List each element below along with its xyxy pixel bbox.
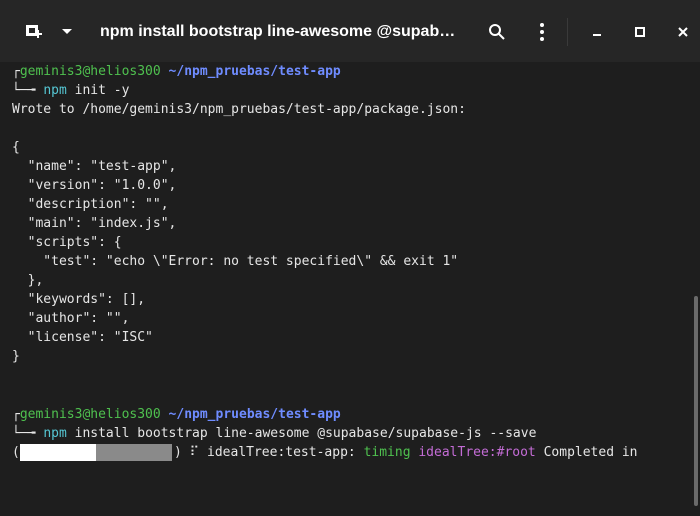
progress-open-paren: ( [12,445,20,460]
prompt-path: ~/npm_pruebas/test-app [168,64,341,79]
output-line: "author": "", [12,311,130,326]
output-line: "version": "1.0.0", [12,178,177,193]
output-line: Wrote to /home/geminis3/npm_pruebas/test… [12,102,466,117]
progress-bar-fill [20,444,96,461]
title-bar: npm install bootstrap line-awesome @supa… [0,0,700,62]
window-title: npm install bootstrap line-awesome @supa… [100,23,460,40]
kebab-icon[interactable] [533,18,551,46]
output-line: "main": "index.js", [12,216,177,231]
prompt-path: ~/npm_pruebas/test-app [168,407,341,422]
output-line: "name": "test-app", [12,159,177,174]
progress-status: ) ⠏ idealTree:test-app: timing idealTree… [174,443,638,462]
command-name: npm [43,83,67,98]
search-icon[interactable] [484,19,510,45]
output-line: { [12,140,20,155]
progress-bar-track [96,444,172,461]
progress-stage: idealTree:test-app: [207,445,356,460]
prompt-corner: ┌ [12,407,20,422]
prompt-arrow: └─╼ [12,426,36,441]
output-line: "license": "ISC" [12,330,153,345]
output-line: "description": "", [12,197,169,212]
prompt-line: ┌geminis3@helios300 ~/npm_pruebas/test-a… [12,405,341,424]
output-line: "scripts": { [12,235,122,250]
prompt-corner: ┌ [12,64,20,79]
new-tab-icon[interactable] [22,20,46,44]
idealtree-label: idealTree:#root [418,445,536,460]
command-args: init -y [74,83,130,98]
output-line: "test": "echo \"Error: no test specified… [12,254,459,269]
maximize-icon[interactable] [627,19,653,45]
close-icon[interactable] [670,19,696,45]
command-line: └─╼ npm install bootstrap line-awesome @… [12,424,536,443]
prompt-line: ┌geminis3@helios300 ~/npm_pruebas/test-a… [12,62,341,81]
output-line: }, [12,273,44,288]
spinner-icon: ⠏ [189,445,200,460]
command-name: npm [43,426,67,441]
minimize-icon[interactable] [584,19,610,45]
output-line: } [12,349,20,364]
prompt-user: geminis3@helios300 [19,407,161,422]
prompt-user: geminis3@helios300 [19,64,161,79]
output-line: "keywords": [], [12,292,146,307]
timing-label: timing [363,445,411,460]
chevron-down-icon[interactable] [56,24,78,40]
terminal-window: npm install bootstrap line-awesome @supa… [0,0,700,516]
terminal-output[interactable]: ┌geminis3@helios300 ~/npm_pruebas/test-a… [0,62,690,516]
command-line: └─╼ npm init -y [12,81,129,100]
status-text: Completed in [543,445,638,460]
scrollbar-thumb[interactable] [694,296,698,506]
prompt-arrow: └─╼ [12,83,36,98]
command-args: install bootstrap line-awesome @supabase… [74,426,537,441]
titlebar-separator [567,18,568,46]
progress-close-paren: ) [174,445,182,460]
